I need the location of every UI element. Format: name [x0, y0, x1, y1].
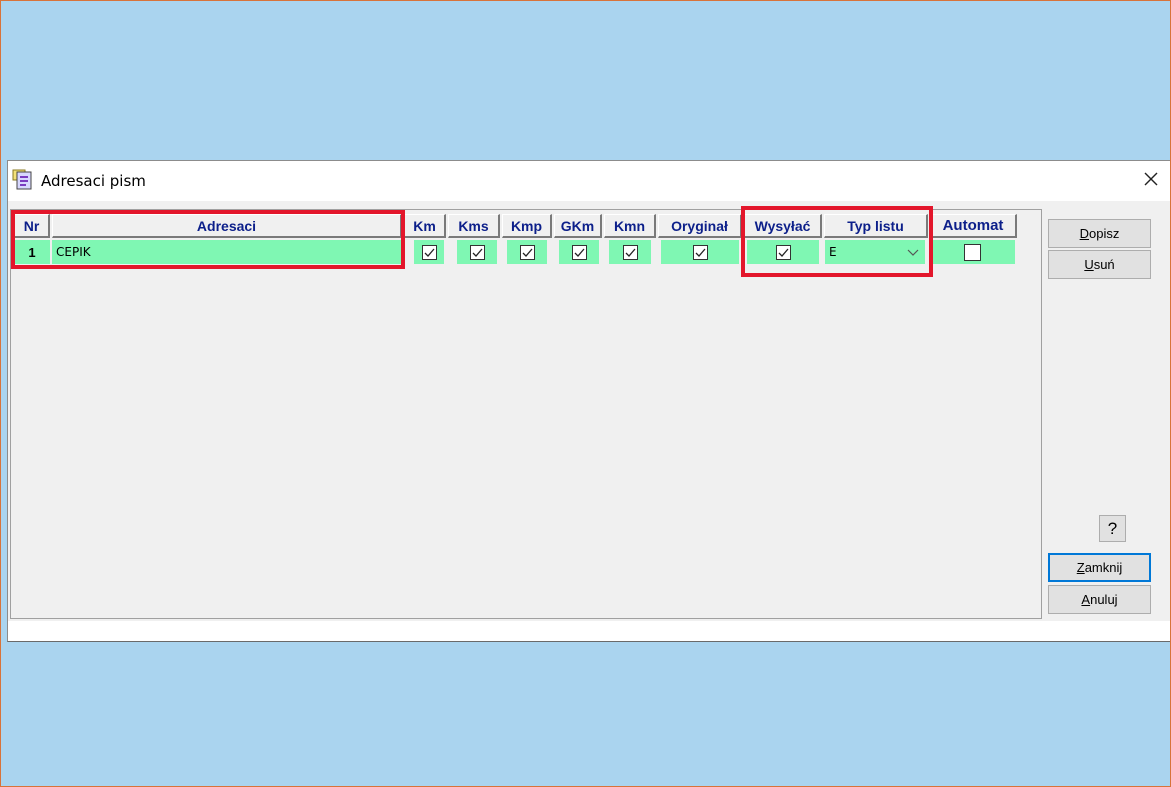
dopisz-button[interactable]: Dopisz: [1048, 219, 1151, 248]
cell-kmn: [609, 240, 651, 264]
window-title: Adresaci pism: [41, 172, 146, 190]
checkbox-checked-icon: [522, 247, 533, 258]
help-button[interactable]: ?: [1099, 515, 1126, 542]
checkbox-checked-icon: [472, 247, 483, 258]
addressees-grid[interactable]: Nr Adresaci Km Kms Kmp GKm Kmn Oryginał …: [10, 206, 1042, 619]
checkbox-kmp[interactable]: [519, 244, 535, 260]
dialog-content: Nr Adresaci Km Kms Kmp GKm Kmn Oryginał …: [8, 201, 1171, 621]
checkbox-wysylac[interactable]: [775, 244, 791, 260]
dropdown-button[interactable]: [903, 243, 923, 262]
checkbox-gkm[interactable]: [571, 244, 587, 260]
anuluj-button[interactable]: Anuluj: [1048, 585, 1151, 614]
anuluj-label: nuluj: [1090, 592, 1118, 607]
checkbox-checked-icon: [625, 247, 636, 258]
column-header-km[interactable]: Km: [404, 214, 446, 238]
checkbox-checked-icon: [778, 247, 789, 258]
column-header-adresaci[interactable]: Adresaci: [52, 214, 402, 238]
help-icon: ?: [1107, 518, 1118, 538]
checkbox-kmn[interactable]: [622, 244, 638, 260]
close-icon: [1143, 171, 1159, 192]
zamknij-label: amknij: [1084, 560, 1123, 575]
cell-kms: [457, 240, 497, 264]
dopisz-accel-key: D: [1079, 226, 1090, 241]
cell-wysylac: [747, 240, 819, 264]
column-header-kmn[interactable]: Kmn: [604, 214, 656, 238]
checkbox-km[interactable]: [421, 244, 437, 260]
chevron-down-icon: [907, 246, 919, 260]
column-header-gkm[interactable]: GKm: [554, 214, 602, 238]
checkbox-checked-icon: [424, 247, 435, 258]
usun-accel-key: U: [1084, 257, 1094, 272]
cell-nr[interactable]: 1: [14, 240, 50, 264]
column-header-kmp[interactable]: Kmp: [502, 214, 552, 238]
app-icon: [12, 169, 34, 191]
cell-adresaci[interactable]: CEPIK: [52, 240, 402, 264]
zamknij-accel-key: Z: [1076, 560, 1085, 575]
title-bar: Adresaci pism: [8, 161, 1171, 201]
column-header-wysylac[interactable]: Wysyłać: [744, 214, 822, 238]
checkbox-kms[interactable]: [469, 244, 485, 260]
column-header-automat[interactable]: Automat: [930, 214, 1017, 238]
dialog-bottom-strip: [8, 621, 1171, 641]
zamknij-button[interactable]: Zamknij: [1048, 553, 1151, 582]
dialog-adresaci-pism: Adresaci pism Nr Adresaci Km Kms Kmp GKm…: [7, 160, 1171, 642]
column-header-typ-listu[interactable]: Typ listu: [824, 214, 928, 238]
checkbox-oryginal[interactable]: [692, 244, 708, 260]
anuluj-accel-key: A: [1081, 592, 1091, 607]
checkbox-automat[interactable]: [964, 243, 981, 261]
checkbox-checked-icon: [574, 247, 585, 258]
column-header-nr[interactable]: Nr: [14, 214, 50, 238]
cell-gkm: [559, 240, 599, 264]
cell-km: [414, 240, 444, 264]
cell-oryginal: [661, 240, 739, 264]
select-typ-listu[interactable]: E: [825, 240, 925, 264]
column-header-oryginal[interactable]: Oryginał: [658, 214, 742, 238]
column-header-kms[interactable]: Kms: [448, 214, 500, 238]
cell-automat: [930, 240, 1015, 264]
checkbox-checked-icon: [695, 247, 706, 258]
usun-label: suń: [1093, 257, 1115, 272]
typ-listu-value: E: [829, 245, 837, 259]
usun-button[interactable]: Usuń: [1048, 250, 1151, 279]
dopisz-label: opisz: [1089, 226, 1120, 241]
cell-kmp: [507, 240, 547, 264]
close-button[interactable]: [1135, 165, 1167, 197]
